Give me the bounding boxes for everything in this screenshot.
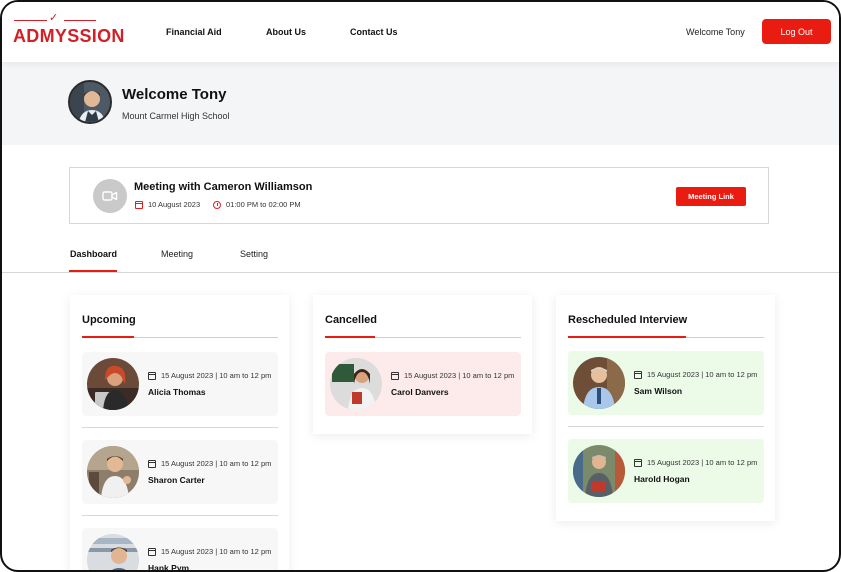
item-name: Hank Pym bbox=[148, 563, 190, 572]
list-item[interactable]: 15 August 2023 | 10 am to 12 pm Sharon C… bbox=[82, 440, 278, 504]
meeting-time: 01:00 PM to 02:00 PM bbox=[213, 200, 301, 209]
cancelled-rule bbox=[325, 336, 521, 338]
calendar-icon bbox=[634, 458, 642, 467]
welcome-heading: Welcome Tony bbox=[122, 86, 227, 103]
clock-icon bbox=[213, 200, 221, 209]
tab-meeting[interactable]: Meeting bbox=[161, 249, 193, 259]
calendar-icon bbox=[135, 200, 143, 209]
calendar-icon bbox=[148, 459, 156, 468]
welcome-banner: Welcome Tony Mount Carmel High School bbox=[2, 62, 839, 145]
avatar bbox=[87, 534, 139, 570]
item-name: Alicia Thomas bbox=[148, 387, 206, 397]
calendar-icon bbox=[391, 371, 399, 380]
list-item[interactable]: 15 August 2023 | 10 am to 12 pm Sam Wils… bbox=[568, 351, 764, 415]
app-frame: ✓ ADMYSSION Financial Aid About Us Conta… bbox=[0, 0, 841, 572]
logo-line-left bbox=[14, 20, 47, 21]
tab-dashboard[interactable]: Dashboard bbox=[70, 249, 117, 259]
calendar-icon bbox=[148, 371, 156, 380]
user-avatar[interactable] bbox=[68, 80, 112, 124]
rescheduled-column: Rescheduled Interview 15 August 2023 | 1… bbox=[556, 295, 775, 521]
item-date-text: 15 August 2023 | 10 am to 12 pm bbox=[647, 370, 758, 379]
upcoming-column: Upcoming 15 August 2023 | 10 am to 12 pm… bbox=[70, 295, 289, 572]
meeting-time-text: 01:00 PM to 02:00 PM bbox=[226, 200, 301, 209]
avatar bbox=[573, 445, 625, 497]
school-name: Mount Carmel High School bbox=[122, 111, 230, 121]
list-item[interactable]: 15 August 2023 | 10 am to 12 pm Harold H… bbox=[568, 439, 764, 503]
rescheduled-title: Rescheduled Interview bbox=[568, 314, 688, 326]
dashboard-tabs: Dashboard Meeting Setting bbox=[2, 242, 839, 273]
list-item[interactable]: 15 August 2023 | 10 am to 12 pm Alicia T… bbox=[82, 352, 278, 416]
calendar-icon bbox=[148, 547, 156, 556]
cancelled-rule-accent bbox=[325, 336, 375, 338]
item-name: Sam Wilson bbox=[634, 386, 683, 396]
item-date: 15 August 2023 | 10 am to 12 pm bbox=[634, 458, 757, 467]
meeting-date-text: 10 August 2023 bbox=[148, 200, 201, 209]
logo-check-icon: ✓ bbox=[49, 12, 59, 24]
meeting-date: 10 August 2023 bbox=[135, 200, 200, 209]
item-date: 15 August 2023 | 10 am to 12 pm bbox=[148, 459, 271, 468]
item-date: 15 August 2023 | 10 am to 12 pm bbox=[148, 371, 271, 380]
upcoming-rule bbox=[82, 336, 278, 338]
item-date-text: 15 August 2023 | 10 am to 12 pm bbox=[404, 371, 515, 380]
item-date-text: 15 August 2023 | 10 am to 12 pm bbox=[161, 547, 272, 556]
upcoming-title: Upcoming bbox=[82, 314, 136, 326]
upcoming-rule-accent bbox=[82, 336, 134, 338]
cancelled-column: Cancelled 15 August 2023 | 10 am to 12 p… bbox=[313, 295, 532, 434]
avatar bbox=[87, 358, 139, 410]
rescheduled-rule-accent bbox=[568, 336, 686, 338]
logo-line-right bbox=[64, 20, 96, 21]
item-date: 15 August 2023 | 10 am to 12 pm bbox=[391, 371, 514, 380]
next-meeting-card: Meeting with Cameron Williamson 10 Augus… bbox=[69, 167, 769, 224]
cancelled-title: Cancelled bbox=[325, 314, 377, 326]
item-divider bbox=[82, 515, 278, 516]
item-divider bbox=[82, 427, 278, 428]
logo-text: ADMYSSION bbox=[13, 26, 125, 46]
item-name: Harold Hogan bbox=[634, 474, 690, 484]
calendar-icon bbox=[634, 370, 642, 379]
item-name: Carol Danvers bbox=[391, 387, 449, 397]
avatar bbox=[330, 358, 382, 410]
admyssion-logo[interactable]: ✓ ADMYSSION bbox=[12, 12, 124, 48]
item-date-text: 15 August 2023 | 10 am to 12 pm bbox=[647, 458, 758, 467]
item-date-text: 15 August 2023 | 10 am to 12 pm bbox=[161, 459, 272, 468]
item-name: Sharon Carter bbox=[148, 475, 205, 485]
active-tab-indicator bbox=[69, 270, 117, 272]
tab-setting[interactable]: Setting bbox=[240, 249, 268, 259]
avatar bbox=[573, 357, 625, 409]
nav-financial-aid[interactable]: Financial Aid bbox=[166, 27, 222, 37]
item-date: 15 August 2023 | 10 am to 12 pm bbox=[148, 547, 271, 556]
list-item[interactable]: 15 August 2023 | 10 am to 12 pm Carol Da… bbox=[325, 352, 521, 416]
list-item[interactable]: 15 August 2023 | 10 am to 12 pm Hank Pym bbox=[82, 528, 278, 572]
item-divider bbox=[568, 426, 764, 427]
meeting-title: Meeting with Cameron Williamson bbox=[134, 181, 313, 193]
top-header: ✓ ADMYSSION Financial Aid About Us Conta… bbox=[2, 2, 839, 62]
video-camera-icon bbox=[93, 179, 127, 213]
rescheduled-rule bbox=[568, 336, 764, 338]
item-date-text: 15 August 2023 | 10 am to 12 pm bbox=[161, 371, 272, 380]
meeting-link-button[interactable]: Meeting Link bbox=[676, 187, 746, 206]
nav-contact-us[interactable]: Contact Us bbox=[350, 27, 398, 37]
logout-button[interactable]: Log Out bbox=[762, 19, 831, 44]
avatar bbox=[87, 446, 139, 498]
nav-about-us[interactable]: About Us bbox=[266, 27, 306, 37]
item-date: 15 August 2023 | 10 am to 12 pm bbox=[634, 370, 757, 379]
header-welcome-text: Welcome Tony bbox=[686, 27, 745, 37]
